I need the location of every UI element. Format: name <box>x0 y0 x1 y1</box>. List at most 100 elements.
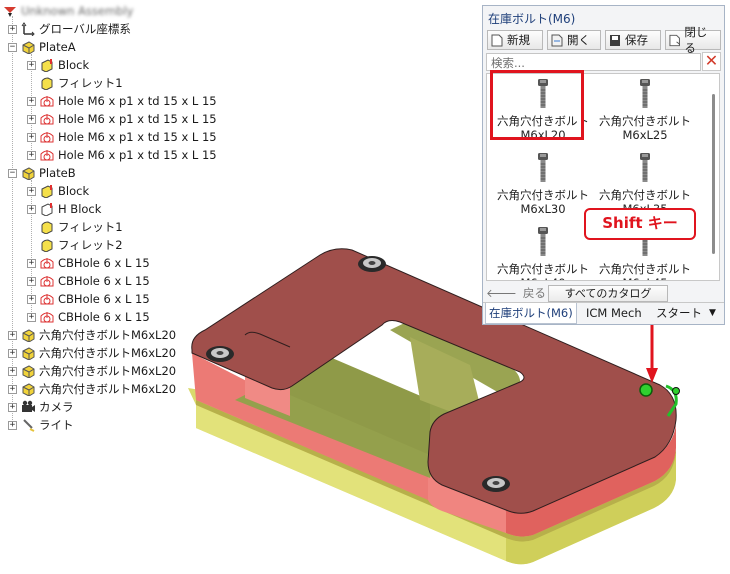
expand-icon[interactable]: + <box>27 294 36 304</box>
fillet-icon <box>41 239 53 252</box>
catalog-item[interactable]: 六角穴付きボルト M6xL30 <box>493 152 593 216</box>
tree-item-bolt3[interactable]: + 六角穴付きボルトM6xL20 <box>8 362 176 380</box>
close-button[interactable]: 閉じる <box>665 25 721 55</box>
expand-icon[interactable]: + <box>27 258 36 268</box>
part-icon <box>22 329 35 342</box>
tree-item-a-hole3[interactable]: + Hole M6 x p1 x td 15 x L 15 <box>27 128 217 146</box>
expand-icon[interactable]: + <box>8 366 17 376</box>
tree-item-label: ライト <box>39 418 74 432</box>
catalog-item-size: M6xL30 <box>520 202 566 216</box>
tree-item-camera[interactable]: + カメラ <box>8 398 74 416</box>
tree-item-a-hole4[interactable]: + Hole M6 x p1 x td 15 x L 15 <box>27 146 217 164</box>
tree-item-label: CBHole 6 x L 15 <box>58 274 150 288</box>
clear-search-icon[interactable]: ✕ <box>702 52 721 71</box>
collapse-icon[interactable]: − <box>8 42 17 52</box>
collapse-icon[interactable]: − <box>8 168 17 178</box>
expand-icon[interactable]: + <box>8 348 17 358</box>
base-plate-edge <box>196 400 676 542</box>
catalog-item[interactable]: 六角穴付きボルトM6xL40 <box>493 226 593 280</box>
expand-icon[interactable]: + <box>27 96 36 106</box>
expand-icon[interactable]: + <box>8 384 17 394</box>
open-icon <box>551 34 563 46</box>
tree-item-label: CBHole 6 x L 15 <box>58 256 150 270</box>
hole-icon <box>40 312 54 323</box>
hblock-icon <box>41 203 53 216</box>
expand-icon[interactable]: + <box>27 276 36 286</box>
expand-icon[interactable]: + <box>27 60 36 70</box>
tree-item-coord[interactable]: + グローバル座標系 <box>8 20 131 38</box>
tree-item-b-cb4[interactable]: + CBHole 6 x L 15 <box>27 308 150 326</box>
expand-icon[interactable]: + <box>27 204 36 214</box>
all-catalogs-button[interactable]: すべてのカタログ <box>548 285 668 302</box>
tree-item-b-fillet1[interactable]: +フィレット1 <box>27 218 123 236</box>
save-button[interactable]: 保存 <box>605 30 661 50</box>
new-doc-icon <box>491 34 503 46</box>
hole-icon <box>40 294 54 305</box>
axis-icon <box>21 22 35 36</box>
bolt-head-3 <box>482 476 510 492</box>
catalog-item-name: 六角穴付きボルト <box>497 262 589 276</box>
tab-stock-bolts[interactable]: 在庫ボルト(M6) <box>485 303 577 324</box>
back-button[interactable]: 🡐 戻る <box>486 283 546 303</box>
catalog-item-size: M6xL45 <box>595 276 695 280</box>
catalog-panel: 在庫ボルト(M6) 新規 開く 保存 閉じる 検索... ✕ 六角穴付きボルト M… <box>482 5 725 325</box>
tree-item-b-cb2[interactable]: + CBHole 6 x L 15 <box>27 272 150 290</box>
tree-item-b-cb3[interactable]: + CBHole 6 x L 15 <box>27 290 150 308</box>
new-button[interactable]: 新規 <box>487 30 543 50</box>
close-doc-icon <box>669 34 681 46</box>
top-plate-front2 <box>428 475 506 533</box>
tree-item-bolt1[interactable]: + 六角穴付きボルトM6xL20 <box>8 326 176 344</box>
hole-icon <box>40 258 54 269</box>
tree-root[interactable]: Unknown Assembly <box>3 2 133 20</box>
catalog-item-name: 六角穴付きボルト <box>599 114 691 128</box>
expand-icon[interactable]: + <box>27 312 36 322</box>
snap-point-icon <box>639 383 653 397</box>
tree-item-a-block[interactable]: + Block <box>27 56 89 74</box>
hole-icon <box>40 276 54 287</box>
tree-item-plateB[interactable]: − PlateB <box>8 164 76 182</box>
expand-icon[interactable]: + <box>27 132 36 142</box>
tab-start[interactable]: スタート <box>653 303 705 324</box>
expand-icon[interactable]: + <box>27 150 36 160</box>
expand-icon[interactable]: + <box>8 420 17 430</box>
tree-item-b-hblock[interactable]: + H Block <box>27 200 101 218</box>
catalog-item[interactable]: 六角穴付きボルトM6xL35 <box>595 152 695 216</box>
tree-item-a-fillet1[interactable]: +フィレット1 <box>27 74 123 92</box>
tree-item-label: PlateB <box>39 166 76 180</box>
search-input[interactable]: 検索... <box>486 53 701 71</box>
base-plate-side <box>188 388 676 565</box>
block-icon <box>41 59 53 72</box>
bolt-icon <box>538 153 548 182</box>
tree-item-label: CBHole 6 x L 15 <box>58 292 150 306</box>
expand-icon[interactable]: + <box>8 330 17 340</box>
tree-item-b-fillet2[interactable]: +フィレット2 <box>27 236 123 254</box>
tree-item-bolt4[interactable]: + 六角穴付きボルトM6xL20 <box>8 380 176 398</box>
catalog-item[interactable]: 六角穴付きボルト M6xL25 <box>595 78 695 142</box>
scrollbar[interactable] <box>712 94 715 254</box>
tab-icm-mech[interactable]: ICM Mech <box>583 303 645 324</box>
expand-icon[interactable]: + <box>27 186 36 196</box>
tree-item-plateA[interactable]: − PlateA <box>8 38 76 56</box>
expand-icon[interactable]: + <box>8 402 17 412</box>
part-icon <box>22 365 35 378</box>
catalog-item-size: M6xL25 <box>622 128 668 142</box>
tree-item-b-block[interactable]: + Block <box>27 182 89 200</box>
pocket-inner-wall <box>245 335 290 416</box>
tree-item-bolt2[interactable]: + 六角穴付きボルトM6xL20 <box>8 344 176 362</box>
open-button[interactable]: 開く <box>547 30 601 50</box>
tree-item-label: フィレット2 <box>58 238 123 252</box>
tree-item-label: Block <box>58 184 90 198</box>
bolt-icon <box>640 79 650 108</box>
tabs-dropdown-icon[interactable]: ▼ <box>706 303 719 324</box>
catalog-nav: 🡐 戻る すべてのカタログ <box>486 283 722 303</box>
catalog-item-size: M6xL40 <box>493 276 593 280</box>
expand-icon[interactable]: + <box>8 24 17 34</box>
part-icon <box>22 41 35 54</box>
expand-icon[interactable]: + <box>27 114 36 124</box>
shift-key-callout: Shift キー <box>584 208 696 240</box>
tree-item-light[interactable]: + ライト <box>8 416 74 434</box>
tree-item-a-hole1[interactable]: + Hole M6 x p1 x td 15 x L 15 <box>27 92 217 110</box>
catalog-tabs: 在庫ボルト(M6) ICM Mech スタート ▼ <box>483 302 724 325</box>
tree-item-b-cb1[interactable]: + CBHole 6 x L 15 <box>27 254 150 272</box>
tree-item-a-hole2[interactable]: + Hole M6 x p1 x td 15 x L 15 <box>27 110 217 128</box>
